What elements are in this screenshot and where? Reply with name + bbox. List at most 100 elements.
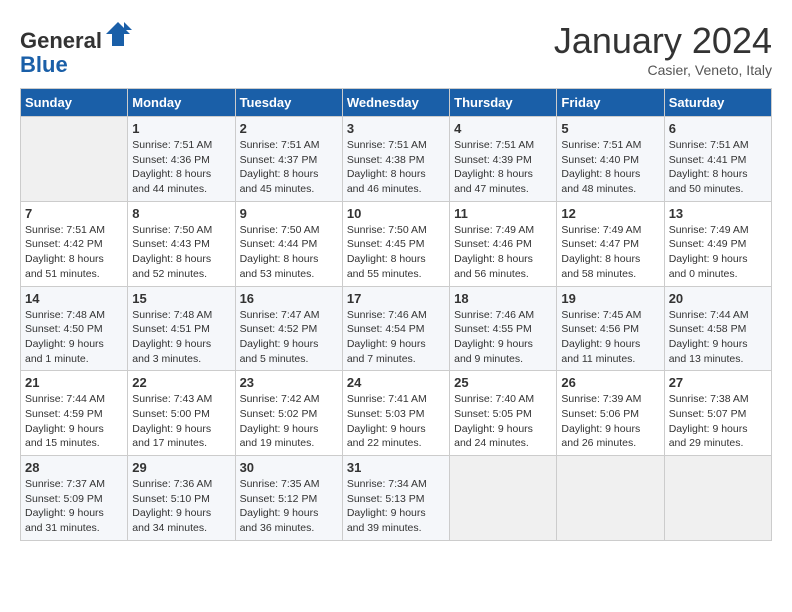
day-number: 4 [454,121,552,136]
calendar-cell: 25 Sunrise: 7:40 AM Sunset: 5:05 PM Dayli… [450,371,557,456]
day-info: Sunrise: 7:49 AM Sunset: 4:49 PM Dayligh… [669,223,767,282]
month-title: January 2024 [554,20,772,62]
logo-text-blue: Blue [20,52,68,77]
day-number: 13 [669,206,767,221]
day-number: 19 [561,291,659,306]
page-header: General Blue January 2024 Casier, Veneto… [20,20,772,78]
day-number: 12 [561,206,659,221]
calendar-cell: 21Sunrise: 7:44 AM Sunset: 4:59 PM Dayli… [21,371,128,456]
calendar-cell: 7 Sunrise: 7:51 AM Sunset: 4:42 PM Daylig… [21,201,128,286]
day-number: 15 [132,291,230,306]
day-info: Sunrise: 7:43 AM Sunset: 5:00 PM Dayligh… [132,392,230,451]
week-row-5: 28 Sunrise: 7:37 AM Sunset: 5:09 PM Dayli… [21,456,772,541]
day-number: 18 [454,291,552,306]
day-number: 11 [454,206,552,221]
calendar-cell: 5 Sunrise: 7:51 AM Sunset: 4:40 PM Daylig… [557,117,664,202]
day-info: Sunrise: 7:51 AM Sunset: 4:40 PM Dayligh… [561,138,659,197]
calendar-cell: 31 Sunrise: 7:34 AM Sunset: 5:13 PM Dayli… [342,456,449,541]
day-info: Sunrise: 7:44 AM Sunset: 4:58 PM Dayligh… [669,308,767,367]
calendar-cell: 3 Sunrise: 7:51 AM Sunset: 4:38 PM Daylig… [342,117,449,202]
day-number: 10 [347,206,445,221]
day-info: Sunrise: 7:35 AM Sunset: 5:12 PM Dayligh… [240,477,338,536]
calendar-cell: 8Sunrise: 7:50 AM Sunset: 4:43 PM Daylig… [128,201,235,286]
day-info: Sunrise: 7:46 AM Sunset: 4:55 PM Dayligh… [454,308,552,367]
day-number: 28 [25,460,123,475]
calendar-cell: 24Sunrise: 7:41 AM Sunset: 5:03 PM Dayli… [342,371,449,456]
day-number: 26 [561,375,659,390]
day-number: 25 [454,375,552,390]
day-number: 30 [240,460,338,475]
day-number: 5 [561,121,659,136]
calendar-cell [450,456,557,541]
header-col-thursday: Thursday [450,89,557,117]
day-info: Sunrise: 7:51 AM Sunset: 4:41 PM Dayligh… [669,138,767,197]
day-info: Sunrise: 7:51 AM Sunset: 4:36 PM Dayligh… [132,138,230,197]
calendar-cell: 1 Sunrise: 7:51 AM Sunset: 4:36 PM Daylig… [128,117,235,202]
day-info: Sunrise: 7:51 AM Sunset: 4:37 PM Dayligh… [240,138,338,197]
day-info: Sunrise: 7:48 AM Sunset: 4:51 PM Dayligh… [132,308,230,367]
calendar-cell: 23 Sunrise: 7:42 AM Sunset: 5:02 PM Dayli… [235,371,342,456]
calendar-cell: 27 Sunrise: 7:38 AM Sunset: 5:07 PM Dayli… [664,371,771,456]
day-info: Sunrise: 7:38 AM Sunset: 5:07 PM Dayligh… [669,392,767,451]
calendar-cell: 19Sunrise: 7:45 AM Sunset: 4:56 PM Dayli… [557,286,664,371]
calendar-cell: 17 Sunrise: 7:46 AM Sunset: 4:54 PM Dayli… [342,286,449,371]
day-number: 9 [240,206,338,221]
day-number: 29 [132,460,230,475]
calendar-cell [557,456,664,541]
calendar-cell: 15 Sunrise: 7:48 AM Sunset: 4:51 PM Dayli… [128,286,235,371]
week-row-2: 7 Sunrise: 7:51 AM Sunset: 4:42 PM Daylig… [21,201,772,286]
day-number: 23 [240,375,338,390]
calendar-cell: 4Sunrise: 7:51 AM Sunset: 4:39 PM Daylig… [450,117,557,202]
calendar-cell: 9Sunrise: 7:50 AM Sunset: 4:44 PM Daylig… [235,201,342,286]
day-info: Sunrise: 7:34 AM Sunset: 5:13 PM Dayligh… [347,477,445,536]
logo: General Blue [20,20,132,77]
day-number: 1 [132,121,230,136]
day-number: 31 [347,460,445,475]
calendar-cell: 18 Sunrise: 7:46 AM Sunset: 4:55 PM Dayli… [450,286,557,371]
day-info: Sunrise: 7:39 AM Sunset: 5:06 PM Dayligh… [561,392,659,451]
day-info: Sunrise: 7:37 AM Sunset: 5:09 PM Dayligh… [25,477,123,536]
day-number: 14 [25,291,123,306]
day-info: Sunrise: 7:51 AM Sunset: 4:42 PM Dayligh… [25,223,123,282]
calendar-cell [664,456,771,541]
calendar-cell: 6Sunrise: 7:51 AM Sunset: 4:41 PM Daylig… [664,117,771,202]
day-number: 24 [347,375,445,390]
header-row: SundayMondayTuesdayWednesdayThursdayFrid… [21,89,772,117]
day-number: 7 [25,206,123,221]
calendar-cell: 12 Sunrise: 7:49 AM Sunset: 4:47 PM Dayli… [557,201,664,286]
calendar-cell: 13 Sunrise: 7:49 AM Sunset: 4:49 PM Dayli… [664,201,771,286]
location-subtitle: Casier, Veneto, Italy [554,62,772,78]
day-info: Sunrise: 7:49 AM Sunset: 4:47 PM Dayligh… [561,223,659,282]
day-info: Sunrise: 7:40 AM Sunset: 5:05 PM Dayligh… [454,392,552,451]
calendar-cell: 28 Sunrise: 7:37 AM Sunset: 5:09 PM Dayli… [21,456,128,541]
header-col-monday: Monday [128,89,235,117]
title-area: January 2024 Casier, Veneto, Italy [554,20,772,78]
calendar-cell: 29 Sunrise: 7:36 AM Sunset: 5:10 PM Dayli… [128,456,235,541]
day-info: Sunrise: 7:47 AM Sunset: 4:52 PM Dayligh… [240,308,338,367]
day-info: Sunrise: 7:51 AM Sunset: 4:38 PM Dayligh… [347,138,445,197]
week-row-1: 1 Sunrise: 7:51 AM Sunset: 4:36 PM Daylig… [21,117,772,202]
calendar-cell: 11Sunrise: 7:49 AM Sunset: 4:46 PM Dayli… [450,201,557,286]
header-col-friday: Friday [557,89,664,117]
day-number: 21 [25,375,123,390]
calendar-cell: 14Sunrise: 7:48 AM Sunset: 4:50 PM Dayli… [21,286,128,371]
calendar-body: 1 Sunrise: 7:51 AM Sunset: 4:36 PM Daylig… [21,117,772,541]
day-info: Sunrise: 7:42 AM Sunset: 5:02 PM Dayligh… [240,392,338,451]
header-col-sunday: Sunday [21,89,128,117]
day-number: 27 [669,375,767,390]
day-info: Sunrise: 7:46 AM Sunset: 4:54 PM Dayligh… [347,308,445,367]
day-number: 8 [132,206,230,221]
calendar-cell: 20 Sunrise: 7:44 AM Sunset: 4:58 PM Dayli… [664,286,771,371]
calendar-cell: 10Sunrise: 7:50 AM Sunset: 4:45 PM Dayli… [342,201,449,286]
logo-text-general: General [20,28,102,53]
calendar-header: SundayMondayTuesdayWednesdayThursdayFrid… [21,89,772,117]
day-number: 20 [669,291,767,306]
day-number: 17 [347,291,445,306]
calendar-cell [21,117,128,202]
calendar-cell: 30 Sunrise: 7:35 AM Sunset: 5:12 PM Dayli… [235,456,342,541]
header-col-saturday: Saturday [664,89,771,117]
day-number: 3 [347,121,445,136]
header-col-wednesday: Wednesday [342,89,449,117]
logo-icon [104,20,132,48]
day-info: Sunrise: 7:36 AM Sunset: 5:10 PM Dayligh… [132,477,230,536]
